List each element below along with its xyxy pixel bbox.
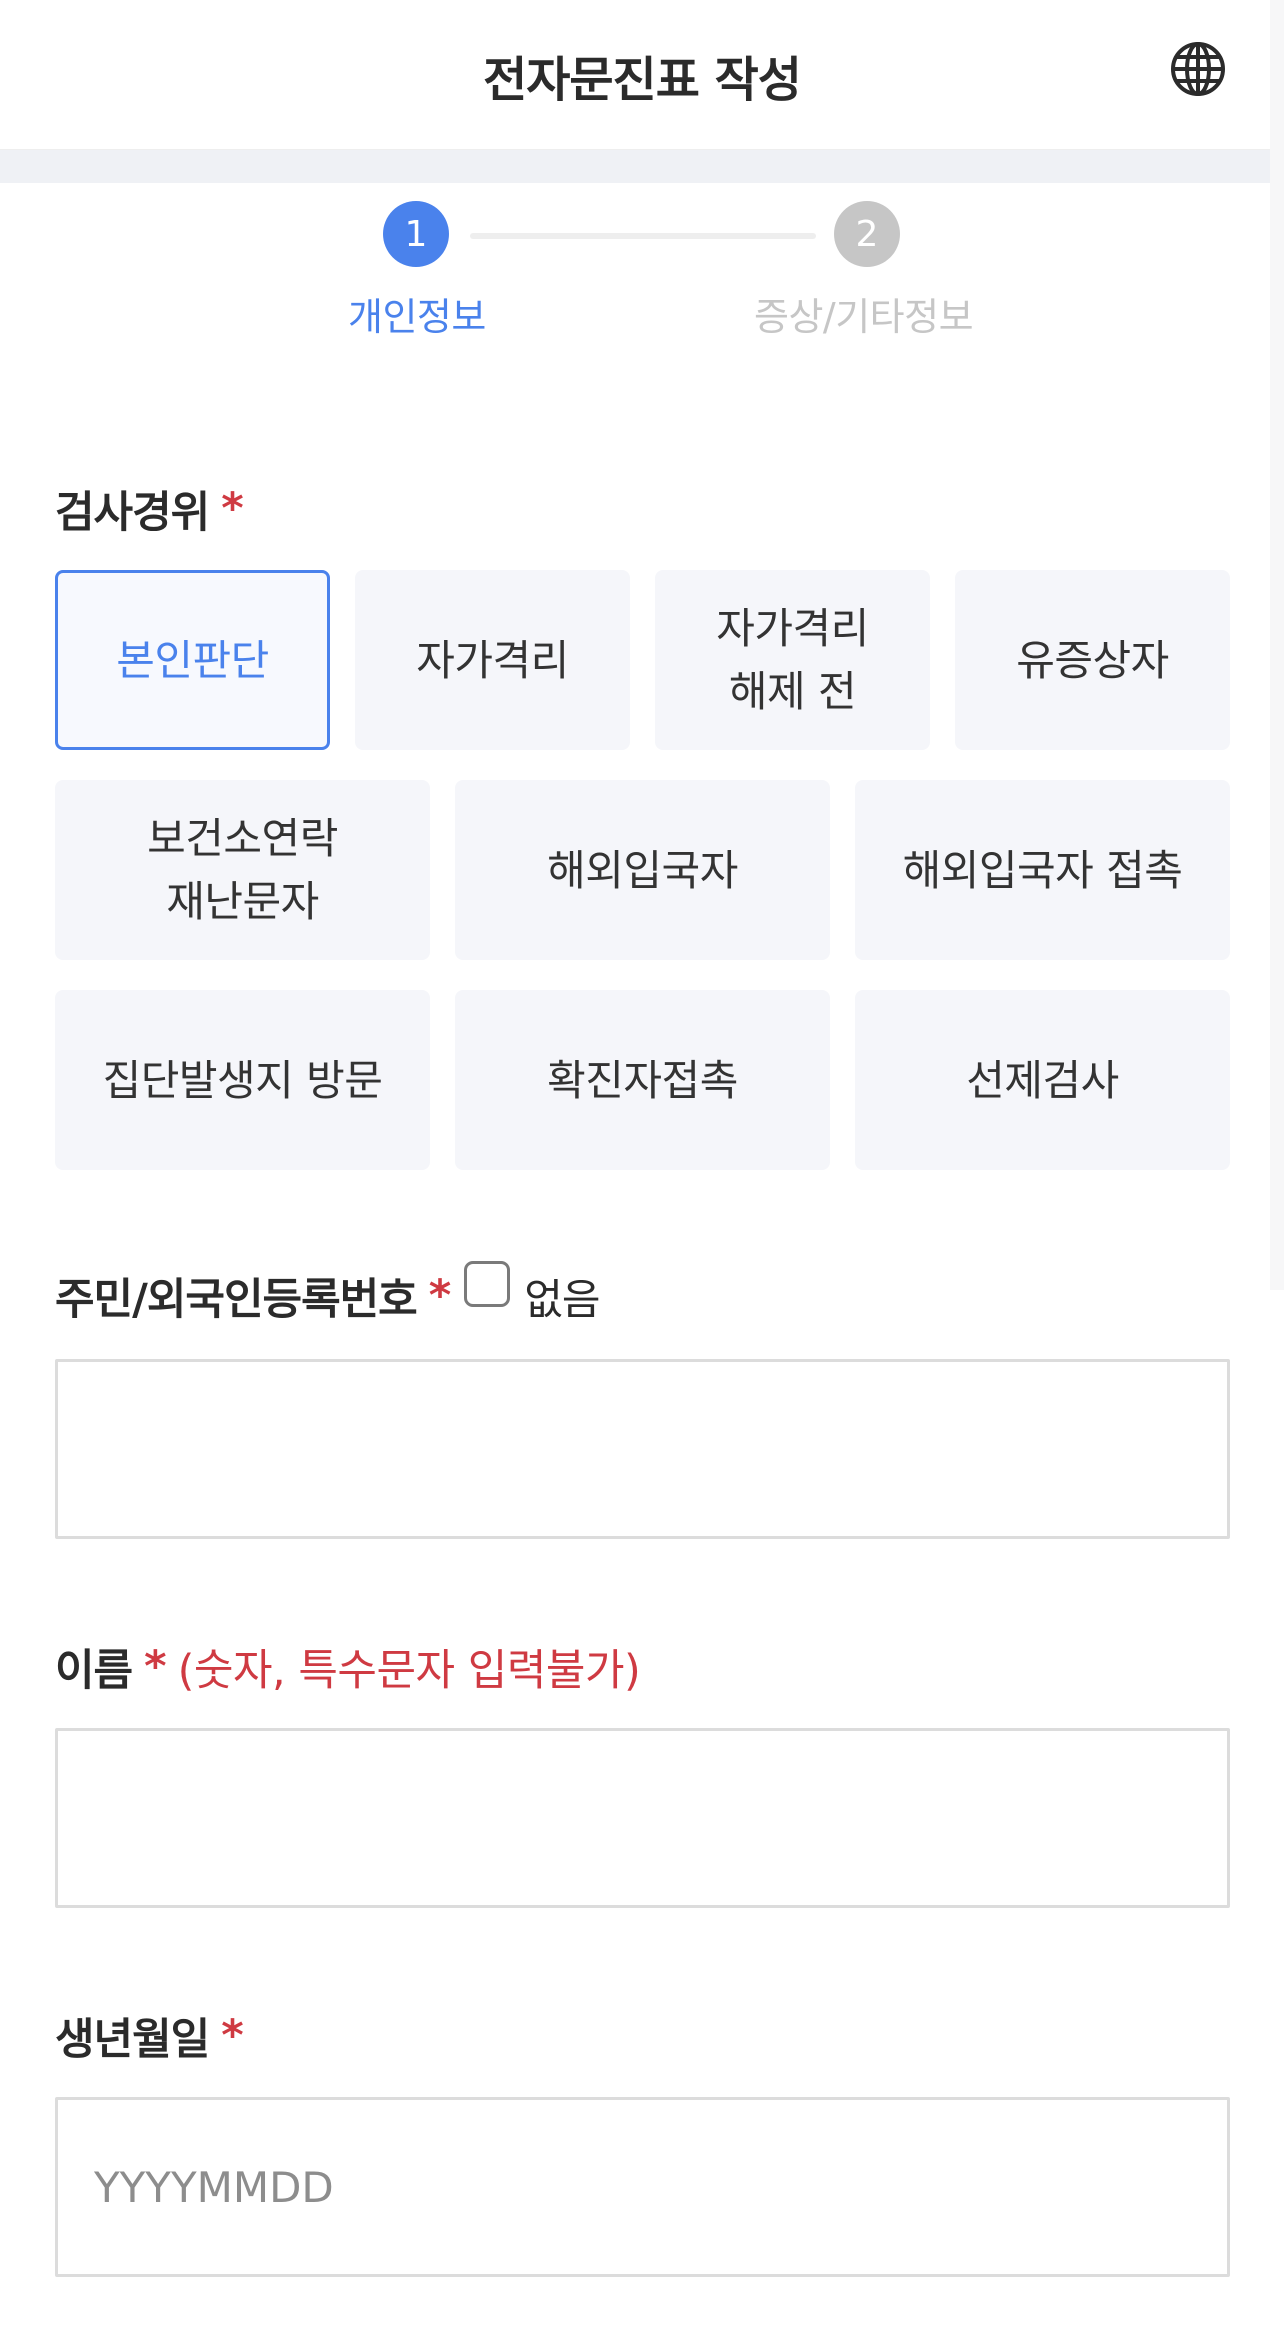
step-1-indicator: 1: [383, 201, 449, 267]
birthdate-input[interactable]: [55, 2097, 1230, 2277]
resident-number-label-text: 주민/외국인등록번호: [55, 1275, 418, 1325]
name-label: 이름 * (숫자, 특수문자 입력불가): [55, 1636, 641, 1698]
option-overseas-arrival[interactable]: 해외입국자: [455, 780, 830, 960]
exam-reason-label-text: 검사경위: [55, 488, 210, 538]
option-confirmed-contact[interactable]: 확진자접촉: [455, 990, 830, 1170]
step-2-label: 증상/기타정보: [754, 295, 974, 339]
page: 전자문진표 작성 1 2 개인정보 증상/기타정보 검사경위 * 본인판단 자가…: [0, 0, 1284, 2340]
globe-icon: [1171, 42, 1225, 96]
no-number-checkbox-label[interactable]: 없음: [524, 1266, 600, 1327]
resident-number-input[interactable]: [55, 1359, 1230, 1539]
birthdate-label: 생년월일 *: [55, 2005, 244, 2067]
option-symptomatic[interactable]: 유증상자: [955, 570, 1230, 750]
option-cluster-visit[interactable]: 집단발생지 방문: [55, 990, 430, 1170]
option-health-center-contact[interactable]: 보건소연락 재난문자: [55, 780, 430, 960]
option-before-quarantine-release[interactable]: 자가격리 해제 전: [655, 570, 930, 750]
no-number-checkbox[interactable]: [464, 1261, 511, 1307]
step-2-indicator: 2: [834, 201, 900, 267]
name-label-text: 이름: [55, 1646, 133, 1696]
name-input-hint: (숫자, 특수문자 입력불가): [177, 1646, 641, 1696]
header-divider: [0, 150, 1284, 183]
option-self-quarantine[interactable]: 자가격리: [355, 570, 630, 750]
exam-reason-label: 검사경위 *: [55, 478, 244, 540]
option-preemptive-test[interactable]: 선제검사: [855, 990, 1230, 1170]
required-mark: *: [144, 1642, 166, 1692]
required-mark: *: [428, 1271, 451, 1321]
required-mark: *: [221, 484, 243, 534]
no-number-option: 없음: [464, 1261, 601, 1327]
language-button[interactable]: [1168, 39, 1228, 99]
step-connector: [470, 233, 816, 239]
resident-number-label: 주민/외국인등록번호 * 없음: [55, 1261, 601, 1327]
option-overseas-arrival-contact[interactable]: 해외입국자 접촉: [855, 780, 1230, 960]
birthdate-label-text: 생년월일: [55, 2015, 210, 2065]
scrollbar-track: [1270, 0, 1284, 1290]
header: 전자문진표 작성: [0, 0, 1284, 150]
step-1-label: 개인정보: [348, 295, 486, 339]
name-input[interactable]: [55, 1728, 1230, 1908]
page-title: 전자문진표 작성: [483, 51, 802, 108]
option-self-judgment[interactable]: 본인판단: [55, 570, 330, 750]
required-mark: *: [221, 2011, 243, 2061]
